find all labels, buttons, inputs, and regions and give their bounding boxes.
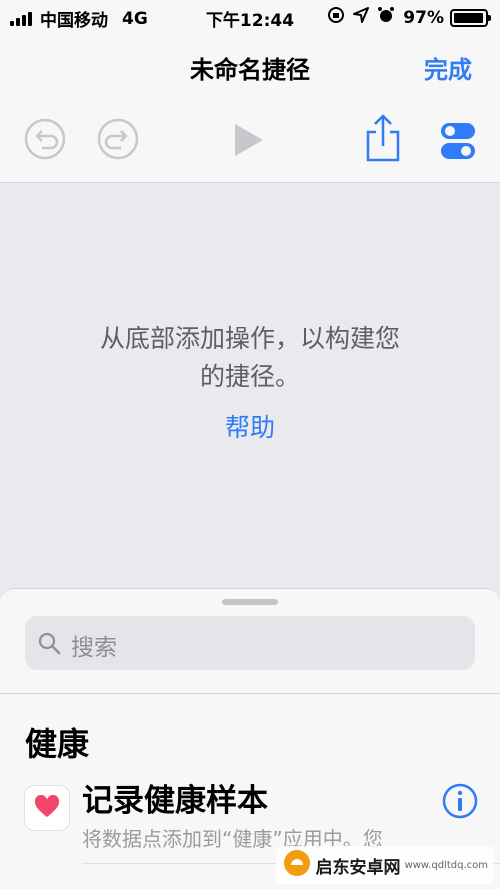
search-input[interactable]: 搜索 xyxy=(25,616,475,670)
location-icon xyxy=(353,7,370,28)
status-right: 97% xyxy=(319,6,491,29)
lock-rotation-icon xyxy=(327,6,345,29)
done-button[interactable]: 完成 xyxy=(424,50,472,85)
battery-percent: 97% xyxy=(403,7,444,28)
alarm-icon xyxy=(377,6,395,29)
battery-icon xyxy=(450,8,491,27)
empty-state-line-1: 从底部添加操作，以构建您 xyxy=(99,324,400,353)
empty-state: 从底部添加操作，以构建您 的捷径。 帮助 xyxy=(0,320,500,444)
watermark-text: 启东安卓网 xyxy=(315,857,401,878)
watermark-logo-icon xyxy=(282,848,312,882)
status-bar: 中国移动 4G 下午12:44 97% xyxy=(0,0,500,34)
play-icon[interactable] xyxy=(232,122,266,162)
search-icon xyxy=(37,631,61,659)
battery-fill xyxy=(454,12,483,23)
sheet-grabber[interactable] xyxy=(222,599,278,605)
action-sheet: 搜索 健康 记录健康样本 将数据点添加到“健康”应用中。您 xyxy=(0,588,500,889)
share-icon[interactable] xyxy=(364,114,402,166)
info-icon[interactable] xyxy=(442,783,478,823)
help-link[interactable]: 帮助 xyxy=(0,408,500,444)
watermark-url: www.qdltdq.com xyxy=(404,859,488,871)
action-name: 记录健康样本 xyxy=(82,783,268,819)
watermark: 启东安卓网 www.qdltdq.com xyxy=(275,846,494,884)
undo-icon[interactable] xyxy=(24,118,66,164)
empty-state-line-2: 的捷径。 xyxy=(199,362,300,391)
redo-icon[interactable] xyxy=(97,118,139,164)
settings-toggle-icon[interactable] xyxy=(440,122,476,164)
search-placeholder: 搜索 xyxy=(71,635,117,661)
nav-bar: 未命名捷径 完成 xyxy=(0,34,500,183)
section-title-health: 健康 xyxy=(25,725,90,763)
heart-icon xyxy=(24,785,70,831)
sheet-divider xyxy=(0,693,500,694)
